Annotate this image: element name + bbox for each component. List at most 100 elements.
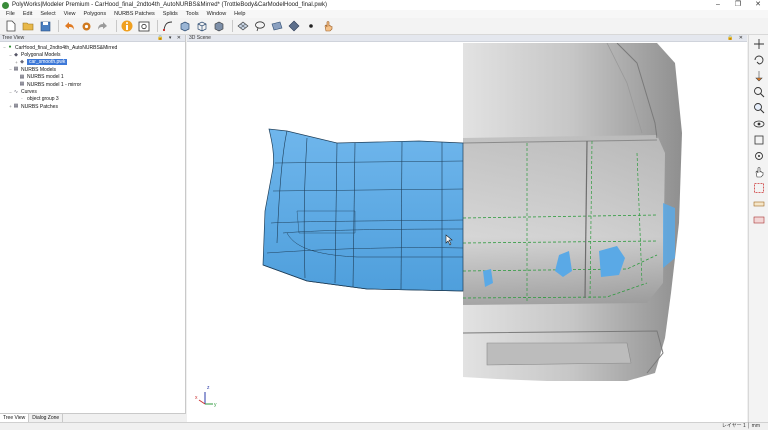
align-icon[interactable]: [751, 69, 767, 82]
project-icon: ●: [8, 44, 12, 51]
menu-help[interactable]: Help: [234, 11, 245, 17]
eye-icon[interactable]: [751, 117, 767, 130]
tab-dialog-zone[interactable]: Dialog Zone: [29, 414, 64, 422]
menu-splids[interactable]: Splids: [163, 11, 178, 17]
tree-node-nurbs-patches[interactable]: + ▦ NURBS Patches: [0, 103, 185, 110]
scene-panel-header: 3D Scene 🔒 ✕: [187, 35, 747, 42]
title-bar: PolyWorks|Modeler Premium - CarHood_fina…: [0, 0, 768, 10]
tree-node-label-selected: car_smooth.pwk: [27, 59, 68, 66]
tree-node-label: Polygonal Models: [21, 52, 61, 59]
mesh-tool-icon[interactable]: [236, 20, 250, 33]
tree-node-label: NURBS model 1 - mirror: [27, 81, 82, 88]
tree-panel-header: Tree View 🔒 ▾ ✕: [0, 35, 185, 42]
view-cube-icon[interactable]: [751, 133, 767, 146]
tree-node-nurbs-model-1-mirror[interactable]: ▦ NURBS model 1 - mirror: [0, 81, 185, 88]
tree-panel-buttons[interactable]: 🔒 ▾ ✕: [157, 35, 183, 42]
zoom-icon[interactable]: [751, 85, 767, 98]
menu-window[interactable]: Window: [207, 11, 227, 17]
save-icon[interactable]: [38, 20, 52, 33]
polygonal-mesh[interactable]: [462, 42, 682, 381]
clip-icon[interactable]: [751, 213, 767, 226]
patches-icon: ▦: [13, 103, 19, 110]
axis-label-y: y: [214, 402, 217, 408]
curve-tool-icon[interactable]: [161, 20, 175, 33]
settings-gear-icon[interactable]: [79, 20, 93, 33]
tree-panel-title: Tree View: [2, 35, 25, 41]
menu-view[interactable]: View: [64, 11, 76, 17]
tree-node-label: object group 3: [27, 96, 59, 103]
axis-triad-icon: [198, 392, 213, 405]
new-file-icon[interactable]: [4, 20, 18, 33]
zoom-fit-icon[interactable]: [751, 101, 767, 114]
tree-node-label: CarHood_final_2ndto4th_AutoNURBS&Mirred: [15, 44, 118, 51]
curves-icon: ∿: [13, 88, 19, 95]
nurbs-model-icon: ▦: [19, 73, 25, 80]
scene-panel: 3D Scene 🔒 ✕ z y x: [187, 35, 747, 422]
nurbs-surface[interactable]: [262, 128, 464, 292]
toolbar-separator: [232, 20, 233, 32]
view-toolbar: [748, 35, 768, 422]
status-text: レイヤー 1 │ mm: [721, 423, 760, 429]
panel-tabs: Tree View Dialog Zone: [0, 413, 186, 422]
menu-edit[interactable]: Edit: [23, 11, 32, 17]
point-icon[interactable]: [304, 20, 318, 33]
tab-tree-view[interactable]: Tree View: [0, 414, 30, 422]
tree-node-nurbs-model-1[interactable]: ▦ NURBS model 1: [0, 74, 185, 81]
window-controls: – ❐ ✕: [708, 0, 768, 10]
open-folder-icon[interactable]: [21, 20, 35, 33]
scene-canvas[interactable]: z y x: [187, 42, 747, 422]
hand-cursor-icon[interactable]: [321, 20, 335, 33]
measure-icon[interactable]: [751, 197, 767, 210]
settings-icon[interactable]: [751, 149, 767, 162]
menu-select[interactable]: Select: [40, 11, 55, 17]
menu-tools[interactable]: Tools: [186, 11, 199, 17]
menu-bar: File Edit Select View Polygons NURBS Pat…: [0, 10, 768, 18]
tree-node-polygonal-models[interactable]: − ◆ Polygonal Models: [0, 51, 185, 58]
select-icon[interactable]: [751, 181, 767, 194]
tree-node-object-group[interactable]: · object group 3: [0, 96, 185, 103]
tree-node-curves[interactable]: − ∿ Curves: [0, 88, 185, 95]
axis-label-x: x: [195, 395, 198, 401]
cube-wire-icon[interactable]: [195, 20, 209, 33]
nurbs-model-icon: ▦: [19, 81, 25, 88]
undo-icon[interactable]: [62, 20, 76, 33]
tree-view-panel: Tree View 🔒 ▾ ✕ − ● CarHood_final_2ndto4…: [0, 35, 186, 422]
tree-node-label: NURBS model 1: [27, 74, 64, 81]
info-orange-icon[interactable]: [120, 20, 134, 33]
menu-polygons[interactable]: Polygons: [83, 11, 106, 17]
toolbar-separator: [116, 20, 117, 32]
rotate-icon[interactable]: [751, 53, 767, 66]
redo-icon[interactable]: [96, 20, 110, 33]
menu-nurbs-patches[interactable]: NURBS Patches: [114, 11, 155, 17]
main-toolbar: [0, 18, 768, 35]
object-group-icon: ·: [21, 95, 23, 102]
tree-node-root[interactable]: − ● CarHood_final_2ndto4th_AutoNURBS&Mir…: [0, 44, 185, 51]
hand-icon[interactable]: [751, 165, 767, 178]
polygon-folder-icon: ◆: [14, 51, 18, 58]
tree: − ● CarHood_final_2ndto4th_AutoNURBS&Mir…: [0, 42, 185, 111]
close-button[interactable]: ✕: [748, 0, 768, 10]
tree-node-label: NURBS Models: [21, 66, 57, 73]
lasso-icon[interactable]: [253, 20, 267, 33]
scene-panel-buttons[interactable]: 🔒 ✕: [727, 35, 745, 42]
menu-file[interactable]: File: [6, 11, 15, 17]
minimize-button[interactable]: –: [708, 0, 728, 10]
box-tool-icon[interactable]: [212, 20, 226, 33]
axis-label-z: z: [207, 385, 210, 391]
tree-node-label: NURBS Patches: [21, 103, 58, 110]
move-icon[interactable]: [751, 37, 767, 50]
mesh-model-icon: ◆: [20, 58, 24, 65]
tree-node-car-smooth[interactable]: + ◆ car_smooth.pwk: [0, 59, 185, 66]
tree-node-nurbs-models[interactable]: − ▦ NURBS Models: [0, 66, 185, 73]
window-title: PolyWorks|Modeler Premium - CarHood_fina…: [12, 2, 328, 8]
screenshot-icon[interactable]: [137, 20, 151, 33]
3d-viewport[interactable]: z y x: [187, 42, 747, 422]
cube-solid-icon[interactable]: [178, 20, 192, 33]
toolbar-separator: [157, 20, 158, 32]
tree-node-label: Curves: [21, 89, 37, 96]
diamond-icon[interactable]: [287, 20, 301, 33]
app-icon: [2, 1, 9, 9]
maximize-button[interactable]: ❐: [728, 0, 748, 10]
plane-icon[interactable]: [270, 20, 284, 33]
scene-panel-title: 3D Scene: [189, 35, 211, 41]
